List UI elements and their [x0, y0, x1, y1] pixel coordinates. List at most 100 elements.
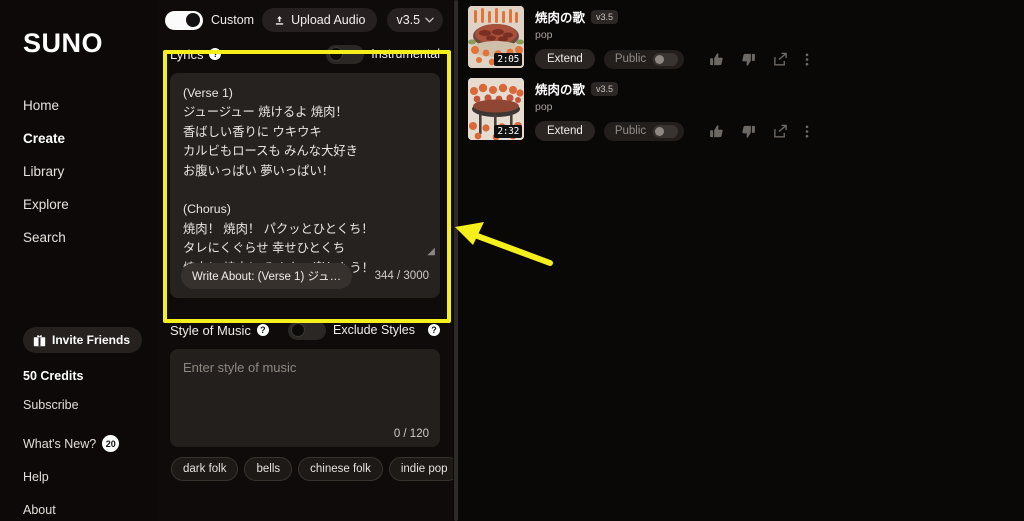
app-logo[interactable]: SUNO [23, 28, 103, 59]
song-title[interactable]: 焼肉の歌 [535, 79, 585, 98]
exclude-styles-label: Exclude Styles [333, 323, 415, 337]
song-actions: Extend Public [535, 121, 1024, 141]
sidebar-footer: Invite Friends 50 Credits Subscribe What… [23, 327, 157, 517]
toggle-knob [186, 13, 200, 27]
style-chip[interactable]: chinese folk [298, 457, 383, 481]
song-card: 2:32 焼肉の歌 v3.5 pop Extend Public [460, 72, 1024, 144]
song-icon-actions [709, 52, 809, 67]
whats-new-label: What's New? [23, 436, 97, 451]
gift-icon [33, 334, 46, 346]
public-toggle-control[interactable]: Public [603, 121, 685, 141]
song-version-badge: v3.5 [591, 9, 619, 24]
public-label: Public [614, 125, 647, 137]
sidebar-item-search[interactable]: Search [23, 230, 69, 246]
song-list-panel: 2:05 焼肉の歌 v3.5 pop Extend Public 2:32 焼肉… [460, 0, 1024, 521]
style-title: Style of Music [170, 322, 251, 338]
public-toggle-control[interactable]: Public [603, 49, 685, 69]
upload-audio-button[interactable]: Upload Audio [262, 8, 378, 32]
song-version-badge: v3.5 [591, 81, 619, 96]
song-title[interactable]: 焼肉の歌 [535, 7, 585, 26]
toggle-knob [655, 54, 665, 64]
share-icon[interactable] [773, 52, 788, 67]
song-duration: 2:05 [494, 53, 522, 66]
song-duration: 2:32 [494, 125, 522, 138]
thumbs-down-icon[interactable] [741, 52, 756, 67]
toggle-knob [329, 47, 344, 61]
thumbs-up-icon[interactable] [709, 124, 724, 139]
invite-friends-button[interactable]: Invite Friends [23, 327, 143, 353]
song-info: 焼肉の歌 v3.5 pop Extend Public [535, 6, 1024, 72]
extend-button[interactable]: Extend [535, 121, 595, 141]
thumbs-up-icon[interactable] [709, 52, 724, 67]
write-about-button[interactable]: Write About: (Verse 1) ジュ… [181, 263, 353, 289]
chevron-down-icon [425, 17, 434, 23]
public-toggle[interactable] [653, 52, 679, 66]
help-icon[interactable]: ? [428, 324, 440, 336]
instrumental-label: Instrumental [371, 47, 440, 61]
song-title-row: 焼肉の歌 v3.5 [535, 79, 1024, 98]
more-vertical-icon[interactable] [805, 124, 809, 139]
instrumental-control: Instrumental [326, 44, 440, 64]
upload-audio-label: Upload Audio [291, 13, 366, 27]
instrumental-toggle[interactable] [326, 44, 365, 64]
public-toggle[interactable] [653, 124, 679, 138]
lyrics-section: Lyrics ? Instrumental (Verse 1) ジュージュー 焼… [157, 34, 453, 298]
custom-mode-label: Custom [211, 13, 255, 27]
panel-scrollbar[interactable] [453, 0, 460, 521]
song-artwork[interactable]: 2:05 [468, 6, 524, 68]
style-chip[interactable]: indie pop [388, 457, 460, 481]
toggle-knob [655, 126, 665, 136]
style-section: Style of Music ? Exclude Styles ? Enter … [157, 298, 460, 481]
help-link[interactable]: Help [23, 470, 157, 484]
subscribe-link[interactable]: Subscribe [23, 398, 157, 412]
sidebar-item-library[interactable]: Library [23, 164, 69, 180]
lyrics-character-counter: 344 / 3000 [374, 270, 429, 282]
exclude-styles-toggle[interactable] [288, 320, 327, 340]
song-actions: Extend Public [535, 49, 1024, 69]
create-toolbar: Custom Upload Audio v3.5 [157, 0, 453, 34]
style-textarea[interactable]: Enter style of music 0 / 120 [170, 349, 440, 447]
style-placeholder: Enter style of music [183, 360, 297, 375]
sidebar: SUNO Home Create Library Explore Search … [0, 0, 157, 521]
lyrics-footer: Write About: (Verse 1) ジュ… 344 / 3000 [170, 263, 440, 298]
public-label: Public [614, 53, 647, 65]
share-icon[interactable] [773, 124, 788, 139]
lyrics-textarea[interactable]: (Verse 1) ジュージュー 焼けるよ 焼肉！ 香ばしい香りに ウキウキ カ… [170, 73, 440, 298]
thumbs-down-icon[interactable] [741, 124, 756, 139]
upload-icon [275, 15, 284, 25]
suno-create-page: SUNO Home Create Library Explore Search … [0, 0, 1024, 521]
song-card: 2:05 焼肉の歌 v3.5 pop Extend Public [460, 0, 1024, 72]
help-icon[interactable]: ? [256, 324, 269, 336]
about-link[interactable]: About [23, 503, 157, 517]
toggle-knob [291, 323, 306, 337]
model-version-dropdown[interactable]: v3.5 [387, 8, 444, 32]
credits-count: 50 Credits [23, 369, 84, 383]
style-character-counter: 0 / 120 [393, 428, 429, 440]
sidebar-item-home[interactable]: Home [23, 98, 69, 114]
song-genre: pop [535, 101, 553, 113]
lyrics-value: (Verse 1) ジュージュー 焼けるよ 焼肉！ 香ばしい香りに ウキウキ カ… [183, 86, 374, 275]
whats-new-badge: 20 [102, 435, 120, 452]
whats-new-link[interactable]: What's New? 20 [23, 435, 157, 452]
song-artwork[interactable]: 2:32 [468, 78, 524, 140]
more-vertical-icon[interactable] [805, 52, 809, 67]
resize-grip-icon[interactable]: ◢ [427, 246, 435, 257]
custom-mode-toggle[interactable] [165, 10, 203, 30]
sidebar-item-create[interactable]: Create [23, 131, 69, 147]
help-icon[interactable]: ? [209, 48, 222, 60]
song-info: 焼肉の歌 v3.5 pop Extend Public [535, 78, 1024, 144]
style-header: Style of Music ? Exclude Styles ? [170, 318, 440, 342]
invite-friends-label: Invite Friends [52, 333, 131, 347]
style-chip[interactable]: dark folk [171, 457, 239, 481]
sidebar-item-explore[interactable]: Explore [23, 197, 69, 213]
song-title-row: 焼肉の歌 v3.5 [535, 7, 1024, 26]
lyrics-title: Lyrics [170, 46, 204, 62]
style-chip[interactable]: bells [244, 457, 293, 481]
lyrics-header: Lyrics ? Instrumental [170, 42, 440, 66]
song-genre: pop [535, 29, 553, 41]
sidebar-nav: Home Create Library Explore Search [23, 98, 69, 263]
model-version-label: v3.5 [396, 13, 421, 27]
song-icon-actions [709, 124, 809, 139]
create-panel: Custom Upload Audio v3.5 Lyrics ? Instru… [157, 0, 460, 521]
extend-button[interactable]: Extend [535, 49, 595, 69]
